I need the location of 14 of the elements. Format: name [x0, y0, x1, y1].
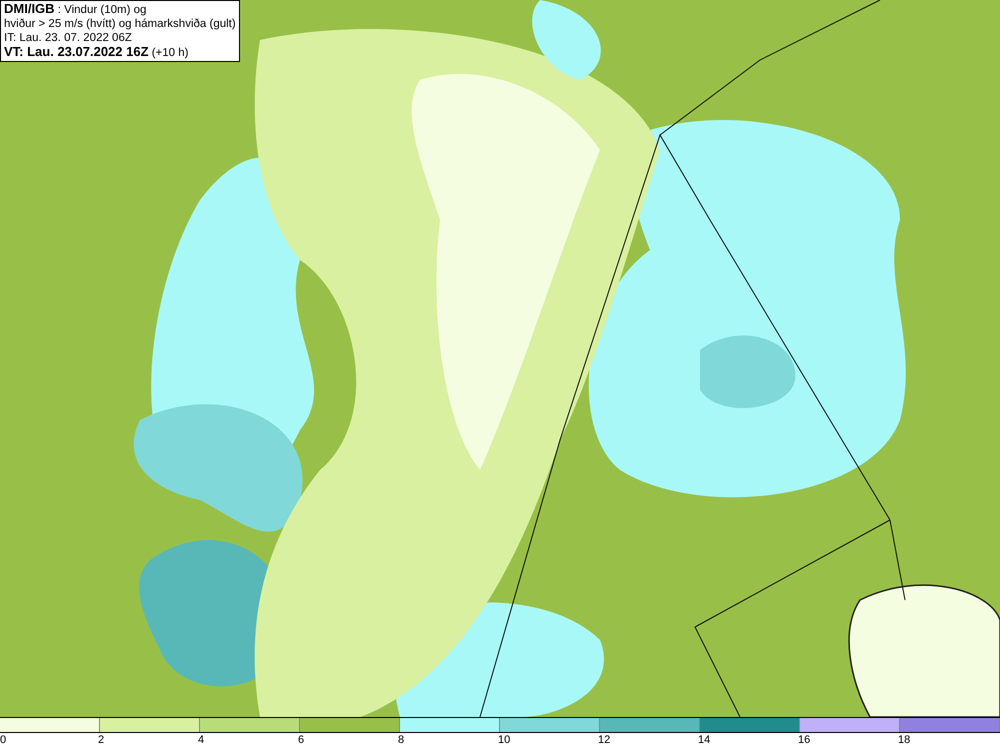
info-text: hviður > 25 m/s (hvítt) og hámarkshviða (gult) [4, 17, 236, 31]
scale-label: 18 [898, 734, 910, 746]
info-text: IT: Lau. 23. 07. 2022 06Z [4, 31, 133, 45]
scale-label: 8 [398, 734, 404, 746]
scale-label: 10 [498, 734, 510, 746]
scale-label: 2 [98, 734, 104, 746]
scale-label: 0 [0, 734, 6, 746]
scale-label: 12 [598, 734, 610, 746]
scale-label: 14 [698, 734, 710, 746]
scale-label: 4 [198, 734, 204, 746]
info-text: DMI/IGB : Vindur (10m) og [4, 2, 148, 17]
info-text: VT: Lau. 23.07.2022 16Z (+10 h) [4, 45, 190, 60]
scale-label: 6 [298, 734, 304, 746]
scale-label: 16 [798, 734, 810, 746]
